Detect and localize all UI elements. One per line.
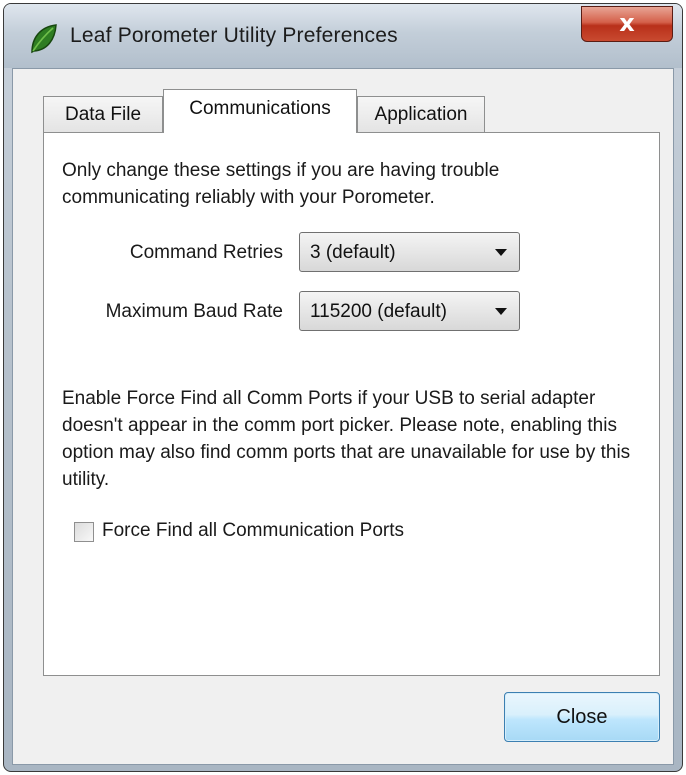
max-baud-rate-dropdown[interactable]: 115200 (default) xyxy=(299,291,520,331)
chevron-down-icon xyxy=(495,308,507,315)
title-bar[interactable]: Leaf Porometer Utility Preferences x xyxy=(4,4,682,68)
communications-panel: Only change these settings if you are ha… xyxy=(43,132,660,676)
chevron-down-icon xyxy=(495,249,507,256)
intro-text: Only change these settings if you are ha… xyxy=(62,160,500,208)
close-button[interactable]: Close xyxy=(504,692,660,742)
max-baud-rate-label: Maximum Baud Rate xyxy=(105,301,283,322)
window-close-button[interactable]: x xyxy=(581,6,673,42)
tab-application[interactable]: Application xyxy=(357,96,485,132)
command-retries-label: Command Retries xyxy=(129,242,283,263)
window-title: Leaf Porometer Utility Preferences xyxy=(70,24,398,47)
dialog-client-area: Data File Communications Application Onl… xyxy=(12,68,674,765)
tab-data-file[interactable]: Data File xyxy=(43,96,163,132)
force-find-description: Enable Force Find all Comm Ports if your… xyxy=(62,388,631,490)
command-retries-dropdown[interactable]: 3 (default) xyxy=(299,232,520,272)
command-retries-value: 3 (default) xyxy=(310,242,396,263)
leaf-icon xyxy=(31,24,57,54)
tab-communications[interactable]: Communications xyxy=(163,89,357,133)
force-find-checkbox-label[interactable]: Force Find all Communication Ports xyxy=(102,520,404,542)
max-baud-rate-value: 115200 (default) xyxy=(310,301,447,322)
preferences-window: Leaf Porometer Utility Preferences x Dat… xyxy=(3,3,683,772)
force-find-checkbox[interactable] xyxy=(74,522,94,542)
